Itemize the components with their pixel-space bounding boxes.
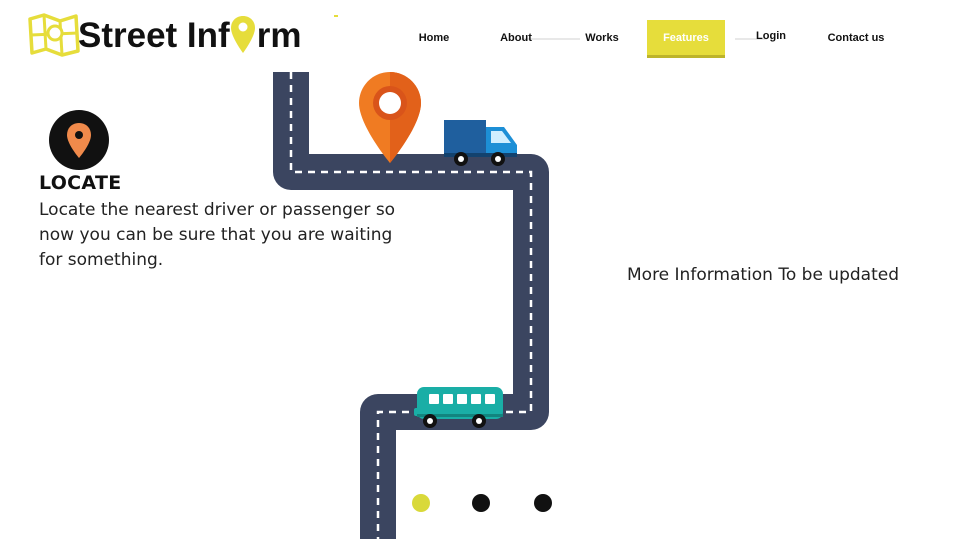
carousel-dot-2[interactable]: [472, 494, 490, 512]
feature-title: LOCATE: [39, 172, 122, 194]
more-info-text: More Information To be updated: [627, 265, 899, 285]
bus-icon: [414, 387, 503, 428]
location-pin-icon: [49, 110, 109, 170]
nav-home[interactable]: Home: [410, 20, 458, 58]
carousel-indicators: [405, 494, 565, 516]
location-pin-icon: [359, 72, 421, 163]
feature-description: Locate the nearest driver or passenger s…: [39, 200, 396, 270]
brand-logo[interactable]: Street Inf rm: [28, 10, 328, 66]
carousel-dot-3[interactable]: [534, 494, 552, 512]
map-pin-icon: [230, 16, 255, 53]
nav-features[interactable]: Features: [647, 20, 725, 58]
map-icon: [28, 13, 80, 57]
nav-works[interactable]: Works: [580, 20, 624, 58]
divider: [334, 15, 338, 17]
main-nav: Home About Works Features Login Contact …: [400, 20, 920, 60]
nav-about[interactable]: About: [492, 20, 540, 58]
carousel-dot-1[interactable]: [412, 494, 430, 512]
nav-contact-us[interactable]: Contact us: [822, 20, 890, 58]
nav-login[interactable]: Login: [750, 18, 792, 56]
truck-icon: [444, 120, 517, 166]
winding-road: [273, 72, 549, 539]
brand-name: Street Inf rm: [78, 16, 302, 55]
